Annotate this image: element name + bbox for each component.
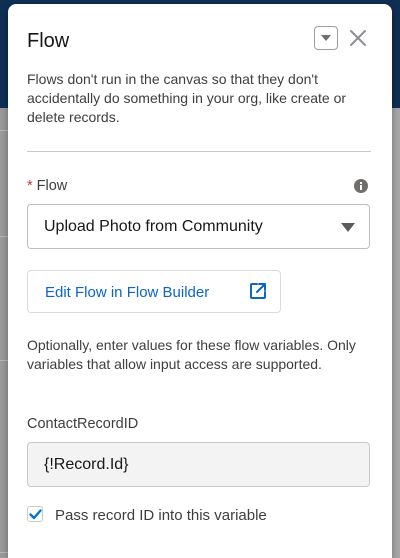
panel-menu-button[interactable] (314, 26, 338, 50)
pass-record-label[interactable]: Pass record ID into this variable (55, 507, 267, 524)
flow-select[interactable]: Upload Photo from Community (27, 204, 370, 249)
flow-field-label-text: Flow (36, 178, 68, 194)
variables-help-text: Optionally, enter values for these flow … (27, 337, 356, 372)
chevron-down-icon (321, 35, 331, 41)
required-marker: * (27, 178, 33, 194)
panel-header: Flow (8, 4, 392, 74)
panel-title: Flow (27, 30, 70, 52)
close-button[interactable] (348, 28, 368, 48)
info-icon-graphic (354, 179, 368, 193)
pass-record-checkbox[interactable] (27, 506, 43, 522)
close-icon (350, 30, 366, 46)
info-icon[interactable] (353, 178, 369, 194)
checkmark-icon (29, 509, 42, 520)
variable-label: ContactRecordID (27, 416, 139, 432)
variable-value-input[interactable] (27, 442, 370, 487)
divider (27, 151, 371, 152)
edit-flow-button[interactable]: Edit Flow in Flow Builder (27, 270, 281, 313)
new-window-icon (250, 283, 266, 299)
panel-description: Flows don't run in the canvas so that th… (27, 71, 347, 125)
edit-flow-label: Edit Flow in Flow Builder (45, 284, 210, 301)
flow-select-value: Upload Photo from Community (44, 218, 263, 235)
chevron-down-icon (341, 223, 355, 232)
flow-properties-panel: Flow Flows don't run in the canvas so th… (8, 4, 392, 558)
flow-field-label: * Flow (27, 178, 67, 194)
